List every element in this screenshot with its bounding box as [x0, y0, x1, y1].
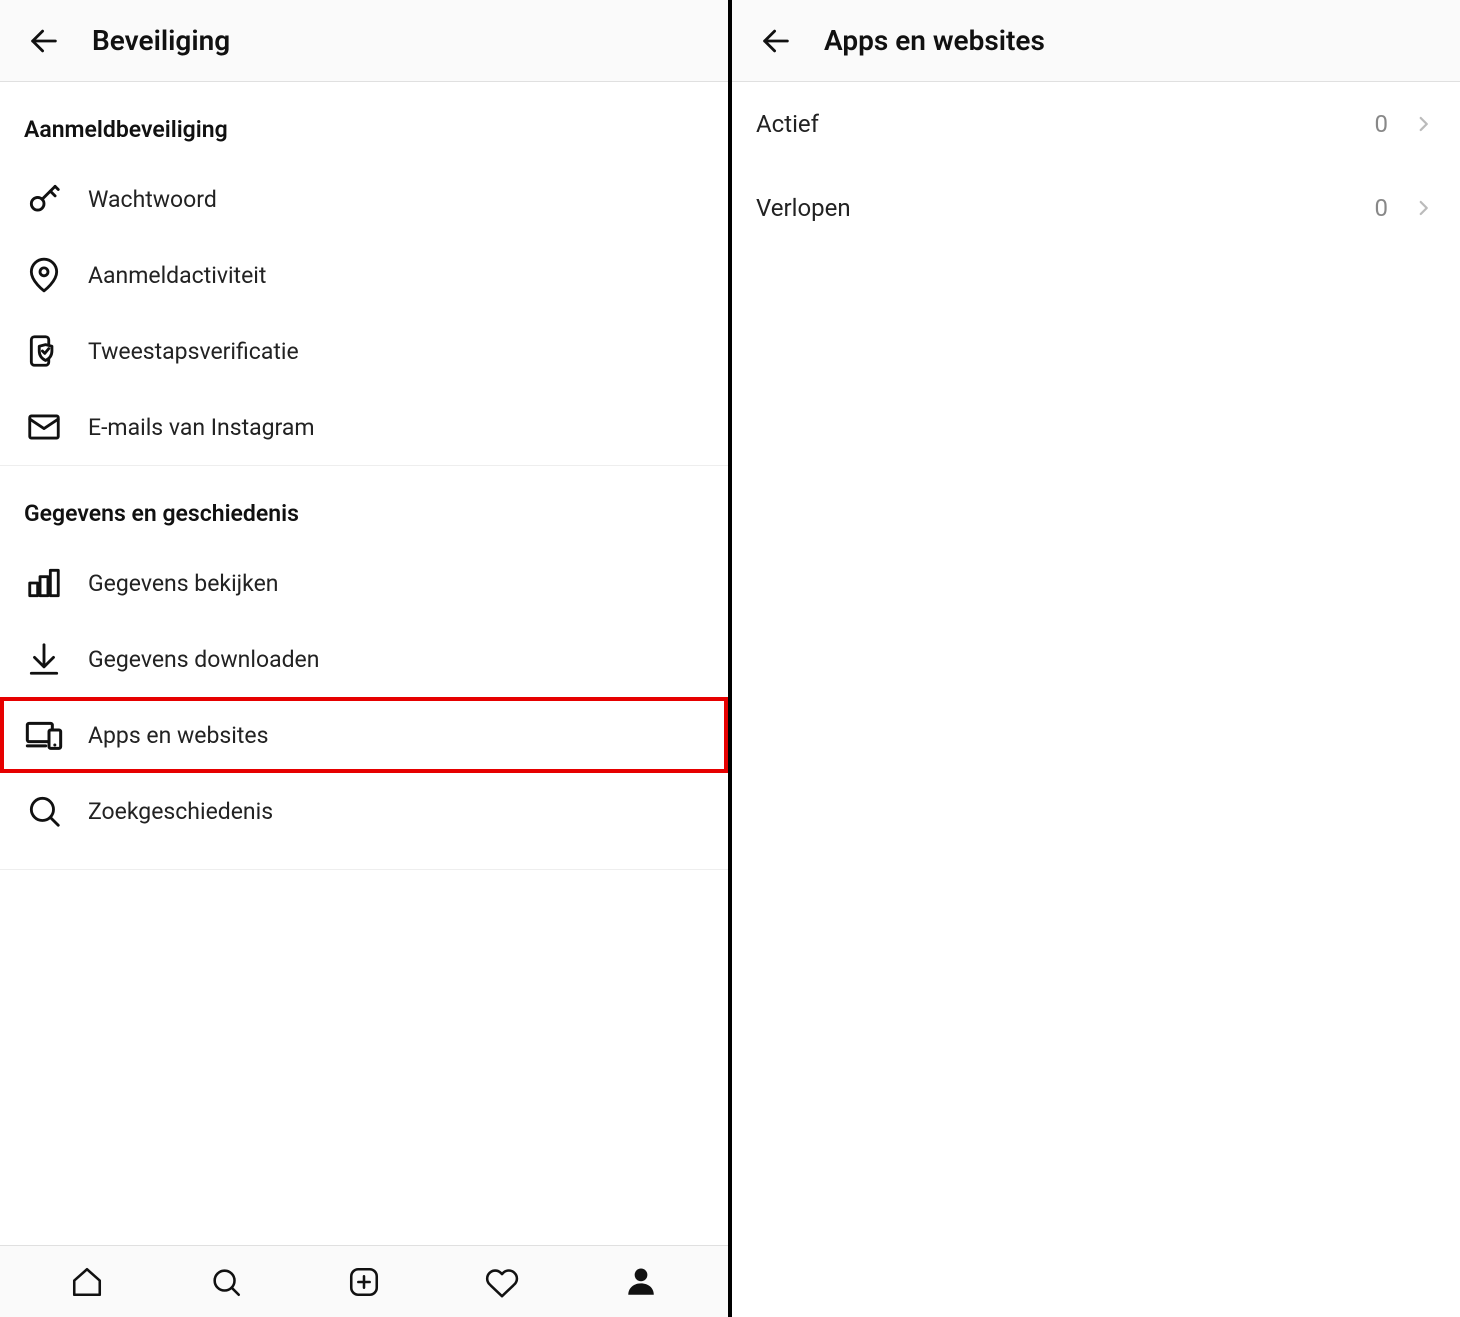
heart-icon [485, 1265, 519, 1299]
tab-home[interactable] [63, 1258, 111, 1306]
security-panel: Beveiliging Aanmeldbeveiliging Wachtwoor… [0, 0, 732, 1317]
devices-icon [24, 715, 64, 755]
row-count: 0 [1375, 110, 1389, 138]
row-active[interactable]: Actief 0 [732, 82, 1460, 166]
menu-item-view-data[interactable]: Gegevens bekijken [0, 545, 728, 621]
chevron-right-icon [1414, 113, 1436, 135]
menu-item-label: Aanmeldactiviteit [88, 262, 266, 289]
header-right: Apps en websites [732, 0, 1460, 82]
home-icon [70, 1265, 104, 1299]
menu-item-login-activity[interactable]: Aanmeldactiviteit [0, 237, 728, 313]
arrow-left-icon [759, 24, 793, 58]
tab-add[interactable] [340, 1258, 388, 1306]
apps-websites-panel: Apps en websites Actief 0 Verlopen 0 [732, 0, 1460, 1317]
row-label: Actief [756, 110, 1375, 138]
profile-icon [624, 1265, 658, 1299]
tab-profile[interactable] [617, 1258, 665, 1306]
apps-content: Actief 0 Verlopen 0 [732, 82, 1460, 1317]
menu-item-label: Apps en websites [88, 722, 268, 749]
page-title-right: Apps en websites [824, 24, 1045, 57]
header-left: Beveiliging [0, 0, 728, 82]
menu-item-label: Tweestapsverificatie [88, 338, 299, 365]
mail-icon [24, 407, 64, 447]
tab-activity[interactable] [478, 1258, 526, 1306]
menu-item-download-data[interactable]: Gegevens downloaden [0, 621, 728, 697]
download-icon [24, 639, 64, 679]
section-title: Gegevens en geschiedenis [0, 465, 728, 545]
bottom-tabbar [0, 1245, 728, 1317]
tab-search[interactable] [202, 1258, 250, 1306]
search-icon [209, 1265, 243, 1299]
section-title: Aanmeldbeveiliging [0, 82, 728, 161]
menu-item-2fa[interactable]: Tweestapsverificatie [0, 313, 728, 389]
row-expired[interactable]: Verlopen 0 [732, 166, 1460, 250]
menu-item-label: Gegevens bekijken [88, 570, 279, 597]
chevron-right-icon [1414, 197, 1436, 219]
menu-item-label: Gegevens downloaden [88, 646, 319, 673]
menu-item-emails[interactable]: E-mails van Instagram [0, 389, 728, 465]
menu-item-label: E-mails van Instagram [88, 414, 315, 441]
row-count: 0 [1375, 194, 1389, 222]
back-button[interactable] [754, 19, 798, 63]
menu-item-label: Wachtwoord [88, 186, 217, 213]
search-icon [24, 791, 64, 831]
menu-item-apps-websites[interactable]: Apps en websites [0, 697, 728, 773]
chart-icon [24, 563, 64, 603]
spacer [0, 869, 728, 909]
location-pin-icon [24, 255, 64, 295]
menu-item-password[interactable]: Wachtwoord [0, 161, 728, 237]
page-title-left: Beveiliging [92, 24, 230, 57]
section-data-history: Gegevens en geschiedenis Gegevens bekijk… [0, 465, 728, 849]
menu-item-search-history[interactable]: Zoekgeschiedenis [0, 773, 728, 849]
shield-phone-icon [24, 331, 64, 371]
section-login-security: Aanmeldbeveiliging Wachtwoord Aanmeldact… [0, 82, 728, 465]
key-icon [24, 179, 64, 219]
back-button[interactable] [22, 19, 66, 63]
menu-item-label: Zoekgeschiedenis [88, 798, 273, 825]
plus-square-icon [347, 1265, 381, 1299]
row-label: Verlopen [756, 194, 1375, 222]
security-content: Aanmeldbeveiliging Wachtwoord Aanmeldact… [0, 82, 728, 1245]
arrow-left-icon [27, 24, 61, 58]
